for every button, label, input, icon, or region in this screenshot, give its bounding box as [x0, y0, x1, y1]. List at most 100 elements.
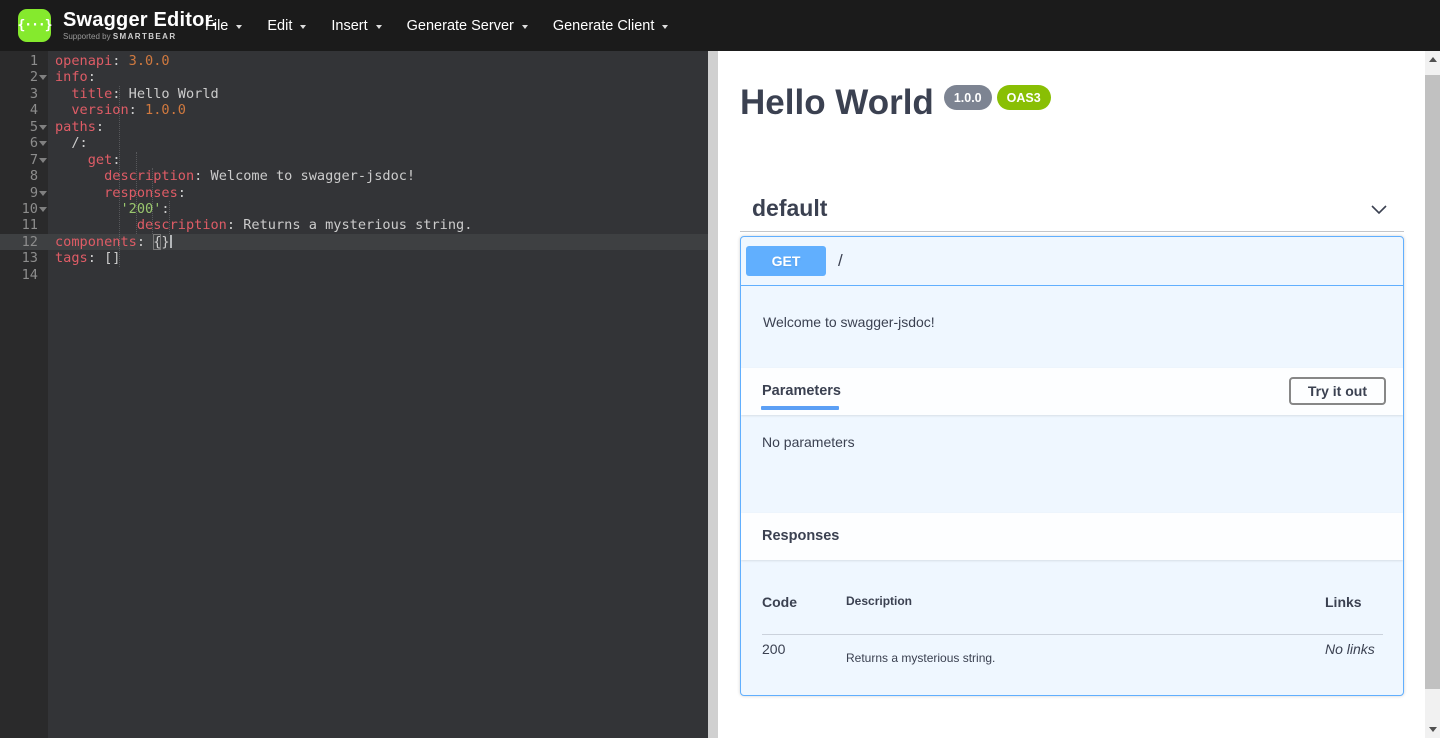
brand-block: Swagger Editor. Supported by SMARTBEAR	[63, 10, 217, 41]
indent-guide	[119, 86, 120, 267]
swagger-logo-icon[interactable]: {···}	[18, 9, 51, 42]
code-line[interactable]: get:	[48, 152, 708, 168]
code-token: '200'	[120, 201, 161, 217]
indent-guide	[152, 168, 153, 234]
code-token: Welcome to swagger-jsdoc!	[211, 168, 416, 184]
responses-table: Code Description Links 200Returns a myst…	[741, 560, 1403, 695]
code-line[interactable]: openapi: 3.0.0	[48, 53, 708, 69]
caret-down-icon	[662, 25, 668, 29]
menu-generate-client[interactable]: Generate Client	[553, 18, 669, 34]
code-line[interactable]: tags: []	[48, 250, 708, 266]
response-links: No links	[1325, 635, 1383, 665]
api-title: Hello World	[740, 84, 934, 123]
brand-tagline: Supported by SMARTBEAR	[63, 33, 217, 41]
code-token: /:	[55, 135, 88, 151]
operation-description: Welcome to swagger-jsdoc!	[741, 286, 1403, 368]
oas3-badge: OAS3	[997, 85, 1051, 110]
fold-arrow-icon[interactable]	[39, 75, 47, 80]
pane-splitter-handle[interactable]	[708, 51, 718, 738]
code-lines: openapi: 3.0.0info: title: Hello World v…	[48, 53, 708, 283]
chevron-down-icon[interactable]	[1368, 198, 1390, 220]
menu-edit[interactable]: Edit	[267, 18, 306, 34]
gutter-line-number: 11	[0, 217, 48, 233]
menu-label: File	[205, 18, 228, 34]
menu-label: Generate Client	[553, 18, 655, 34]
http-method-badge[interactable]: GET	[746, 246, 826, 276]
code-line[interactable]: '200':	[48, 201, 708, 217]
caret-down-icon	[522, 25, 528, 29]
parameters-header: Parameters Try it out	[741, 368, 1403, 415]
code-token: title	[71, 86, 112, 102]
responses-title: Responses	[762, 528, 839, 544]
code-line[interactable]: description: Welcome to swagger-jsdoc!	[48, 168, 708, 184]
vertical-scrollbar[interactable]	[1425, 51, 1440, 738]
try-it-out-button[interactable]: Try it out	[1289, 377, 1386, 405]
response-row: 200Returns a mysterious string.No links	[762, 635, 1383, 665]
code-token: openapi	[55, 53, 112, 69]
menu-file[interactable]: File	[205, 18, 242, 34]
text-cursor	[170, 235, 172, 248]
version-badge: 1.0.0	[944, 85, 992, 110]
parameters-tab[interactable]: Parameters	[762, 382, 841, 400]
gutter-line-number: 13	[0, 250, 48, 266]
code-token: :	[96, 119, 104, 135]
code-line[interactable]: version: 1.0.0	[48, 102, 708, 118]
column-header-description: Description	[846, 594, 1325, 634]
code-token	[55, 102, 71, 118]
menu-label: Generate Server	[407, 18, 514, 34]
scroll-up-button[interactable]	[1425, 51, 1440, 68]
opblock-get: GET / Welcome to swagger-jsdoc! Paramete…	[740, 236, 1404, 696]
code-editor[interactable]: openapi: 3.0.0info: title: Hello World v…	[48, 51, 708, 738]
code-token: :	[129, 102, 145, 118]
code-line[interactable]: paths:	[48, 119, 708, 135]
code-token: components	[55, 234, 137, 250]
code-token: paths	[55, 119, 96, 135]
gutter-line-number: 14	[0, 267, 48, 283]
code-line[interactable]: /:	[48, 135, 708, 151]
code-token: tags	[55, 250, 88, 266]
code-token: info	[55, 69, 88, 85]
code-token: Hello World	[129, 86, 219, 102]
menu-label: Edit	[267, 18, 292, 34]
fold-arrow-icon[interactable]	[39, 207, 47, 212]
code-token	[55, 217, 137, 233]
caret-down-icon	[300, 25, 306, 29]
arrow-down-icon	[1429, 727, 1437, 732]
gutter-line-number: 10	[0, 201, 48, 217]
code-token	[55, 86, 71, 102]
fold-arrow-icon[interactable]	[39, 141, 47, 146]
code-token: :	[137, 234, 153, 250]
scrollbar-thumb[interactable]	[1425, 75, 1440, 689]
code-token: }	[161, 234, 169, 250]
code-token: :	[88, 250, 104, 266]
tag-section-default[interactable]: default	[740, 189, 1404, 232]
gutter-line-number: 3	[0, 86, 48, 102]
code-token: :	[112, 53, 128, 69]
brand-title: Swagger Editor.	[63, 10, 217, 31]
fold-arrow-icon[interactable]	[39, 125, 47, 130]
scroll-down-button[interactable]	[1425, 721, 1440, 738]
indent-guide	[136, 152, 137, 234]
code-line[interactable]: components: {}	[48, 234, 708, 250]
gutter-line-number: 9	[0, 185, 48, 201]
active-tab-underline	[761, 406, 839, 410]
parameters-tab-label: Parameters	[762, 383, 841, 399]
top-navbar: {···} Swagger Editor. Supported by SMART…	[0, 0, 1440, 51]
code-token: get	[88, 152, 113, 168]
fold-arrow-icon[interactable]	[39, 158, 47, 163]
code-line[interactable]: responses:	[48, 185, 708, 201]
code-token: Returns a mysterious string.	[243, 217, 472, 233]
smartbear-wordmark: SMARTBEAR	[113, 32, 177, 41]
menu-insert[interactable]: Insert	[331, 18, 381, 34]
operation-summary[interactable]: GET /	[741, 237, 1403, 286]
menu-generate-server[interactable]: Generate Server	[407, 18, 528, 34]
code-line[interactable]: title: Hello World	[48, 86, 708, 102]
code-line[interactable]: info:	[48, 69, 708, 85]
code-token	[55, 152, 88, 168]
menu-bar: File Edit Insert Generate Server Generate Cl…	[205, 0, 668, 51]
fold-arrow-icon[interactable]	[39, 191, 47, 196]
editor-pane[interactable]: 1234567891011121314 openapi: 3.0.0info: …	[0, 51, 708, 738]
code-line[interactable]	[48, 267, 708, 283]
code-line[interactable]: description: Returns a mysterious string…	[48, 217, 708, 233]
response-code: 200	[762, 635, 846, 665]
